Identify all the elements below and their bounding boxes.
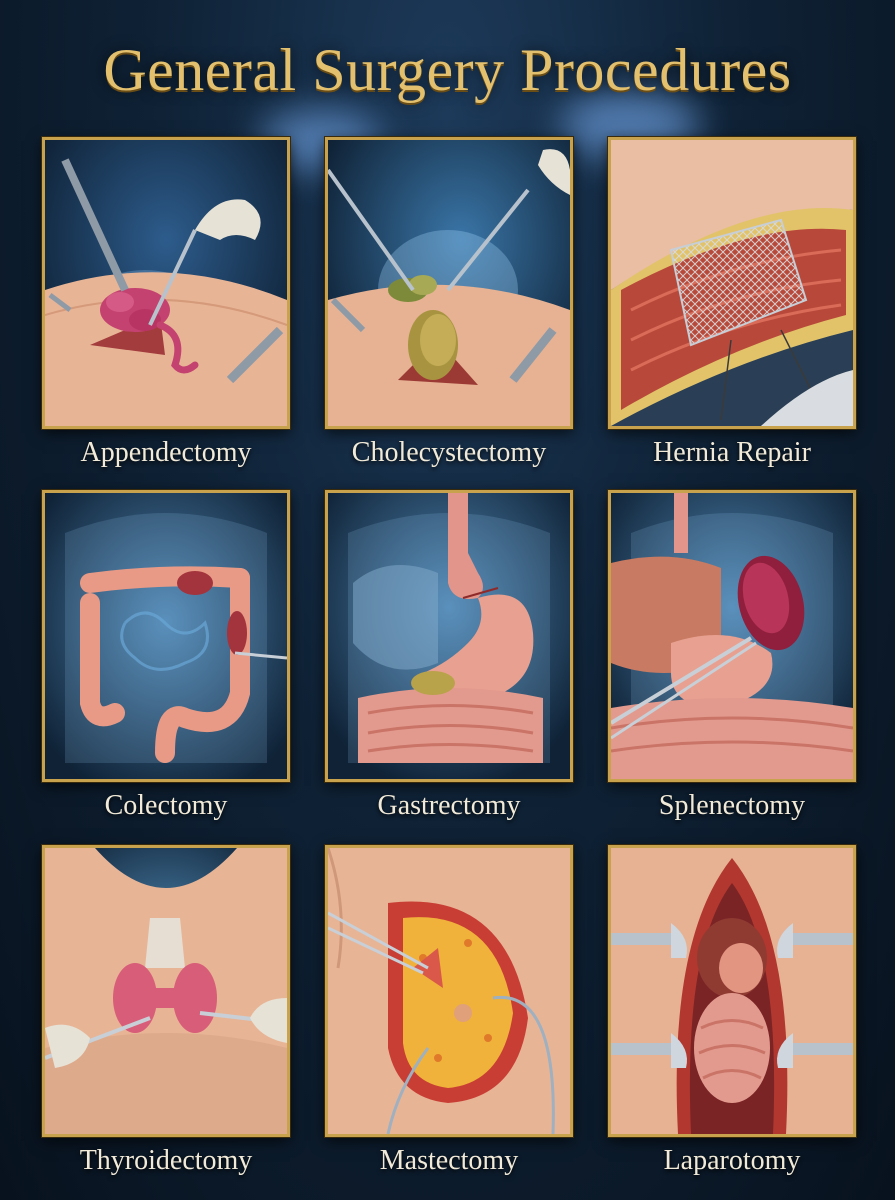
procedure-label: Mastectomy [379, 1145, 519, 1176]
procedure-image-frame [42, 845, 290, 1137]
procedure-label: Thyroidectomy [79, 1145, 253, 1176]
appendix-laparoscopy-icon [45, 140, 287, 426]
procedure-image-frame [325, 845, 573, 1137]
open-abdomen-icon [611, 848, 853, 1134]
procedure-image-frame [608, 845, 856, 1137]
procedure-label: Laparotomy [663, 1145, 801, 1176]
procedure-label: Cholecystectomy [351, 437, 547, 468]
thyroid-removal-icon [45, 848, 287, 1134]
stomach-resection-icon [328, 493, 570, 779]
spleen-removal-icon [611, 493, 853, 779]
breast-surgery-icon [328, 848, 570, 1134]
procedure-image-frame [608, 490, 856, 782]
procedure-label: Colectomy [104, 790, 228, 821]
procedure-label: Gastrectomy [377, 790, 521, 821]
hernia-mesh-icon [611, 140, 853, 426]
procedure-image-frame [325, 490, 573, 782]
procedure-image-frame [325, 137, 573, 429]
procedure-image-frame [608, 137, 856, 429]
procedure-label: Hernia Repair [653, 437, 811, 468]
gallbladder-laparoscopy-icon [328, 140, 570, 426]
procedure-image-frame [42, 490, 290, 782]
procedure-image-frame [42, 137, 290, 429]
procedure-label: Appendectomy [80, 437, 252, 468]
colon-resection-icon [45, 493, 287, 779]
procedure-label: Splenectomy [658, 790, 806, 821]
page-title: General Surgery Procedures [103, 37, 792, 103]
